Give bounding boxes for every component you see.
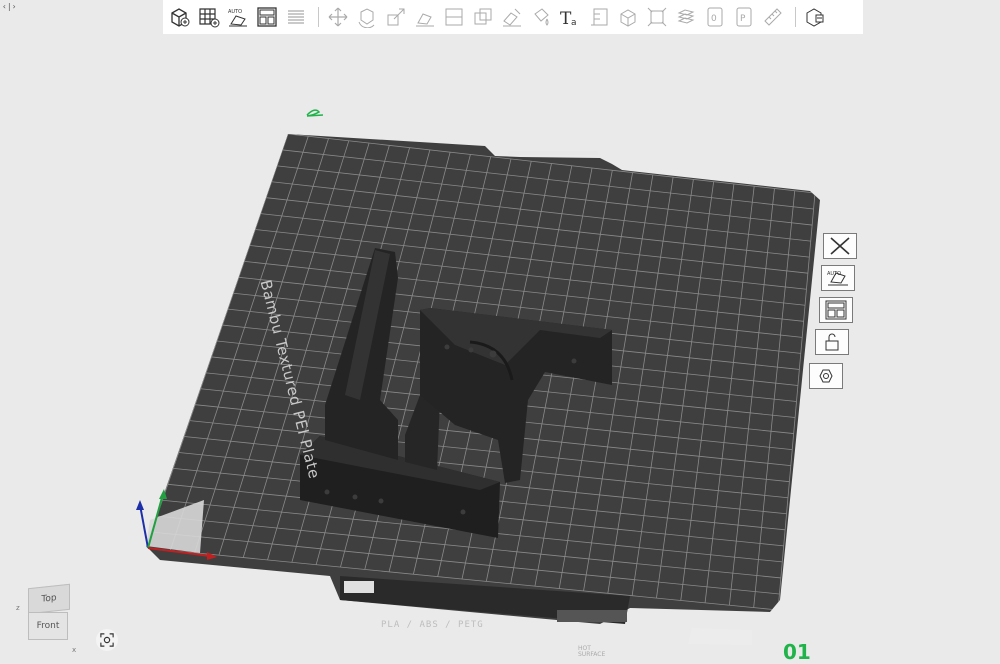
text-icon[interactable]: Ta [557, 4, 583, 30]
slice-layers-icon[interactable] [673, 4, 699, 30]
fit-view-button[interactable] [96, 629, 118, 651]
arrange-icon[interactable] [254, 4, 280, 30]
layers-icon[interactable] [283, 4, 309, 30]
add-object-icon[interactable] [167, 4, 193, 30]
plate-edit-icon[interactable] [306, 109, 324, 117]
view-cube-top[interactable]: Top [28, 583, 70, 615]
publish-icon[interactable]: P [731, 4, 757, 30]
auto-orient-icon[interactable]: AUTO [821, 265, 855, 291]
main-toolbar: AUTO Ta 0 P [163, 0, 863, 34]
view-cube-front[interactable]: Front [28, 612, 68, 640]
3d-viewport[interactable]: Bambu Textured PEI Plate 01 PLA / ABS / … [0, 34, 1000, 664]
arrange-plate-icon[interactable] [819, 297, 853, 323]
plate-qr-area [688, 628, 752, 645]
auto-orient-icon[interactable]: AUTO [225, 4, 251, 30]
measure-icon[interactable] [644, 4, 670, 30]
close-plate-icon[interactable] [823, 233, 857, 259]
view-cube[interactable]: Top Front z x [16, 583, 76, 654]
plate-filament-label: PLA / ABS / PETG [381, 620, 484, 630]
svg-text:AUTO: AUTO [827, 271, 841, 277]
support-paint-icon[interactable] [499, 4, 525, 30]
lock-plate-icon[interactable] [815, 329, 849, 355]
scale-icon[interactable] [383, 4, 409, 30]
add-plate-icon[interactable] [196, 4, 222, 30]
rotate-icon[interactable] [354, 4, 380, 30]
svg-text:P: P [740, 14, 746, 24]
view-cube-x-label: x [72, 646, 77, 654]
view-cube-z-label: z [16, 604, 20, 612]
boolean-icon[interactable] [470, 4, 496, 30]
preview-icon[interactable]: 0 [702, 4, 728, 30]
hot-surface-badge [557, 610, 627, 622]
hot-surface-label: HOT SURFACE [578, 645, 606, 658]
plate-handle [508, 151, 598, 155]
ruler-icon[interactable] [760, 4, 786, 30]
svg-text:a: a [571, 18, 577, 28]
cube-split-icon[interactable] [802, 4, 828, 30]
plate-number[interactable]: 01 [783, 640, 811, 664]
variable-layer-icon[interactable] [586, 4, 612, 30]
sidebar-collapse-toggle[interactable]: ‹|› [2, 2, 16, 11]
assembly-icon[interactable] [615, 4, 641, 30]
seam-paint-icon[interactable] [528, 4, 554, 30]
svg-text:0: 0 [711, 14, 717, 24]
plate-logo [344, 581, 374, 593]
cut-icon[interactable] [441, 4, 467, 30]
plate-settings-icon[interactable] [809, 363, 843, 389]
build-plate-scene[interactable] [0, 34, 1000, 661]
lay-on-face-icon[interactable] [412, 4, 438, 30]
svg-text:AUTO: AUTO [228, 9, 242, 15]
move-icon[interactable] [325, 4, 351, 30]
fit-view-icon [100, 633, 114, 647]
